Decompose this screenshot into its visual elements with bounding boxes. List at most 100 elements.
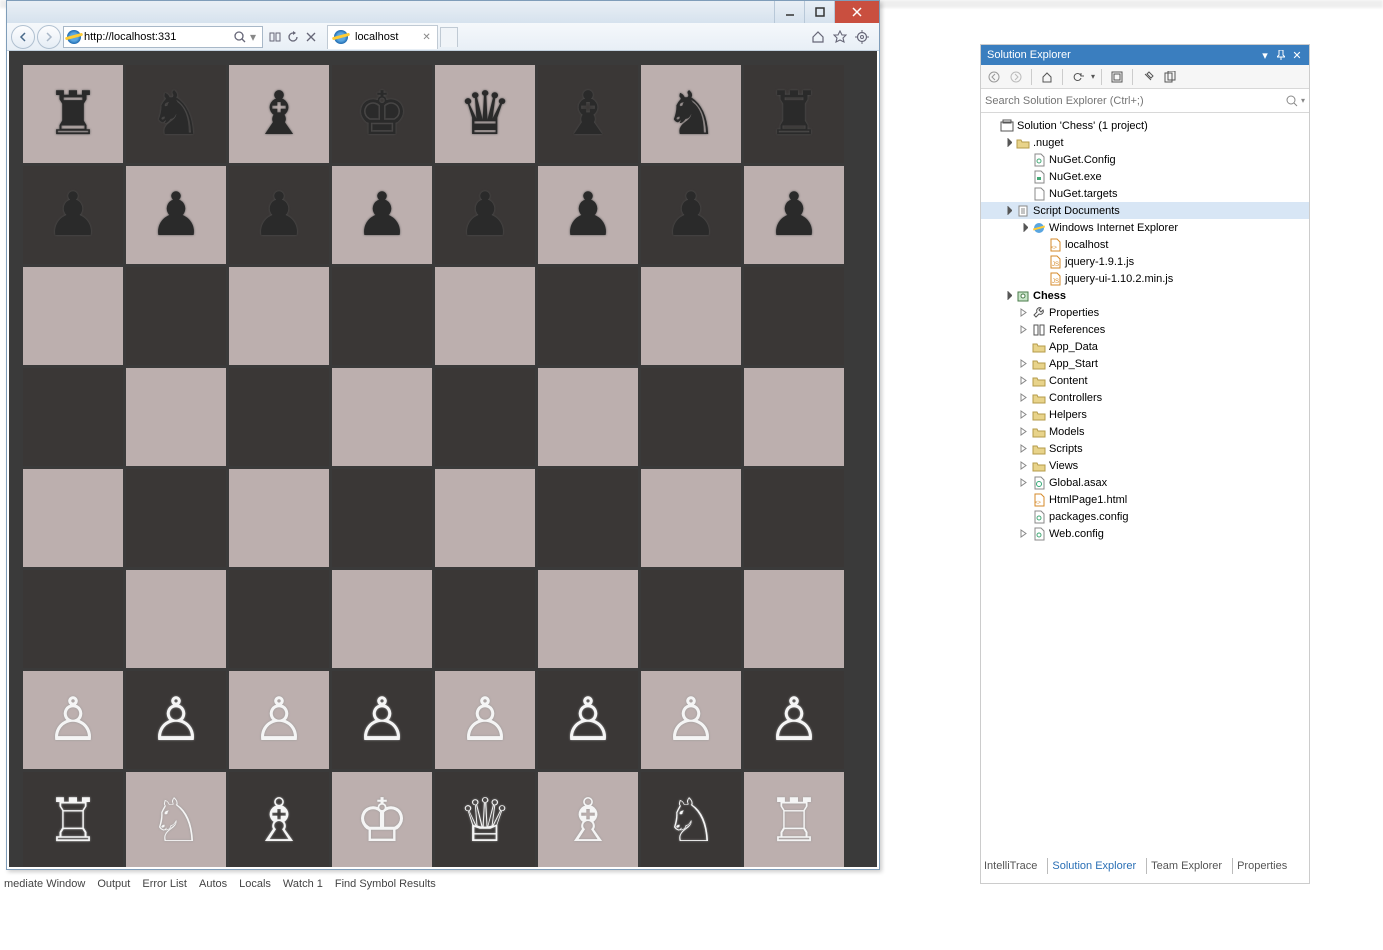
chess-square[interactable]: ♟ [538,166,638,264]
tree-item[interactable]: Chess [981,287,1309,304]
browser-tab[interactable]: localhost ✕ [327,25,438,49]
right-tab[interactable]: Solution Explorer [1047,858,1140,874]
tree-expander-icon[interactable] [1017,443,1029,455]
chess-piece-r[interactable]: ♖ [46,786,100,856]
tree-expander-icon[interactable] [1017,409,1029,421]
chess-square[interactable]: ♙ [744,671,844,769]
home-icon[interactable] [811,30,825,44]
right-tab[interactable]: Properties [1232,858,1291,874]
tree-item[interactable]: Scripts [981,440,1309,457]
tree-item[interactable]: Windows Internet Explorer [981,219,1309,236]
tree-item[interactable]: JSjquery-1.9.1.js [981,253,1309,270]
maximize-button[interactable] [804,1,834,23]
chess-piece-n[interactable]: ♞ [149,79,203,149]
tree-item[interactable]: JSjquery-ui-1.10.2.min.js [981,270,1309,287]
tree-expander-icon[interactable] [1017,528,1029,540]
chess-piece-p[interactable]: ♙ [664,685,718,755]
tree-item[interactable]: <>localhost [981,236,1309,253]
tree-expander-icon[interactable] [1001,205,1013,217]
chess-square[interactable]: ♙ [126,671,226,769]
chess-piece-p[interactable]: ♟ [46,180,100,250]
tree-expander-icon[interactable] [1017,358,1029,370]
tree-expander-icon[interactable] [1017,477,1029,489]
properties-icon[interactable] [1139,68,1157,86]
tree-item[interactable]: Content [981,372,1309,389]
chess-square[interactable] [332,267,432,365]
chess-square[interactable]: ♔ [332,772,432,867]
chess-piece-n[interactable]: ♞ [664,79,718,149]
chess-square[interactable]: ♗ [229,772,329,867]
bottom-tab[interactable]: Watch 1 [283,878,323,890]
chess-piece-k[interactable]: ♔ [355,786,409,856]
chess-square[interactable]: ♙ [538,671,638,769]
tree-expander-icon[interactable] [1017,392,1029,404]
sync-icon[interactable] [1069,68,1087,86]
chess-square[interactable]: ♘ [126,772,226,867]
tree-expander-icon[interactable] [1001,290,1013,302]
chess-square[interactable] [23,267,123,365]
chess-piece-b[interactable]: ♗ [561,786,615,856]
chess-square[interactable]: ♜ [744,65,844,163]
chess-square[interactable] [538,570,638,668]
collapse-icon[interactable] [1108,68,1126,86]
new-tab-button[interactable] [440,27,458,47]
tree-expander-icon[interactable] [1017,426,1029,438]
tab-close-icon[interactable]: ✕ [422,32,430,43]
panel-close-icon[interactable]: ✕ [1291,49,1303,61]
tree-item[interactable]: Web.config [981,525,1309,542]
tree-item[interactable]: <>HtmlPage1.html [981,491,1309,508]
chess-piece-b[interactable]: ♝ [252,79,306,149]
tree-item[interactable]: Solution 'Chess' (1 project) [981,117,1309,134]
tree-item[interactable]: Helpers [981,406,1309,423]
bottom-tab[interactable]: mediate Window [4,878,85,890]
chess-piece-p[interactable]: ♟ [252,180,306,250]
chess-square[interactable]: ♟ [126,166,226,264]
address-bar[interactable]: http://localhost:331 ▾ [63,26,263,48]
chess-piece-b[interactable]: ♝ [561,79,615,149]
chess-square[interactable]: ♟ [23,166,123,264]
chess-square[interactable] [229,267,329,365]
chess-piece-r[interactable]: ♜ [767,79,821,149]
chess-square[interactable]: ♟ [641,166,741,264]
chess-square[interactable]: ♟ [229,166,329,264]
chess-piece-p[interactable]: ♟ [664,180,718,250]
chess-square[interactable]: ♙ [641,671,741,769]
favorites-icon[interactable] [833,30,847,44]
chess-piece-p[interactable]: ♟ [458,180,512,250]
bottom-tab[interactable]: Output [97,878,130,890]
bottom-tab[interactable]: Error List [142,878,187,890]
chess-square[interactable] [229,570,329,668]
chess-square[interactable] [23,570,123,668]
tree-item[interactable]: App_Start [981,355,1309,372]
chess-square[interactable]: ♙ [229,671,329,769]
chess-square[interactable] [744,267,844,365]
chess-square[interactable]: ♘ [641,772,741,867]
chess-square[interactable] [126,368,226,466]
tree-item[interactable]: NuGet.Config [981,151,1309,168]
bottom-tab[interactable]: Locals [239,878,271,890]
chess-piece-b[interactable]: ♗ [252,786,306,856]
chess-square[interactable] [23,368,123,466]
chess-square[interactable] [332,469,432,567]
chess-square[interactable]: ♝ [538,65,638,163]
chess-square[interactable]: ♟ [332,166,432,264]
chess-piece-r[interactable]: ♜ [46,79,100,149]
chess-square[interactable] [744,570,844,668]
chess-square[interactable]: ♚ [332,65,432,163]
chess-piece-n[interactable]: ♘ [664,786,718,856]
chess-square[interactable]: ♗ [538,772,638,867]
tree-expander-icon[interactable] [1017,222,1029,234]
back-button[interactable] [11,25,35,49]
tree-expander-icon[interactable] [1001,137,1013,149]
chess-square[interactable]: ♕ [435,772,535,867]
chess-square[interactable]: ♙ [435,671,535,769]
refresh-icon[interactable] [285,29,301,45]
chess-square[interactable] [126,469,226,567]
chess-square[interactable]: ♞ [126,65,226,163]
close-button[interactable] [834,1,879,23]
show-all-icon[interactable] [1161,68,1179,86]
chess-square[interactable] [744,469,844,567]
tree-item[interactable]: NuGet.targets [981,185,1309,202]
chess-piece-p[interactable]: ♟ [355,180,409,250]
chess-square[interactable] [332,570,432,668]
